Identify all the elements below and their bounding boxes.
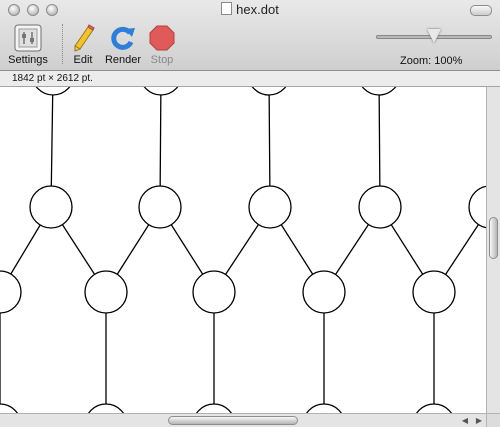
graph-node	[251, 87, 287, 96]
graph-diagram	[0, 87, 486, 413]
settings-label: Settings	[8, 54, 48, 66]
graph-node	[361, 87, 397, 96]
graph-node	[192, 270, 236, 314]
graph-node	[138, 185, 182, 229]
window-title-text: hex.dot	[236, 2, 279, 17]
pencil-icon	[74, 24, 95, 52]
vertical-scrollbar[interactable]	[486, 87, 500, 413]
edit-label: Edit	[73, 54, 93, 66]
scroll-arrows[interactable]: ◀ ▶	[458, 414, 486, 427]
graph-canvas[interactable]	[0, 87, 486, 413]
stop-icon	[149, 25, 175, 51]
zoom-label: Zoom: 100%	[400, 55, 463, 67]
horizontal-scroll-thumb[interactable]	[168, 416, 298, 425]
stop-button[interactable]: Stop	[146, 24, 178, 66]
toolbar: hex.dot Settings Edit Render Stop Zoom: …	[0, 0, 500, 71]
render-label: Render	[104, 54, 142, 66]
window-title: hex.dot	[0, 2, 500, 17]
graph-node	[0, 270, 22, 314]
edit-button[interactable]: Edit	[68, 24, 98, 66]
graph-node	[143, 87, 179, 96]
graph-node	[35, 87, 71, 96]
document-size-text: 1842 pt × 2612 pt.	[12, 73, 93, 84]
scroll-left-arrow-icon[interactable]: ◀	[462, 416, 468, 425]
graph-node	[87, 403, 125, 413]
stop-label: Stop	[150, 54, 174, 66]
scroll-right-arrow-icon[interactable]: ▶	[476, 416, 482, 425]
graph-node	[305, 403, 343, 413]
settings-icon	[14, 24, 42, 52]
graph-node	[0, 403, 19, 413]
status-bar: 1842 pt × 2612 pt.	[0, 71, 500, 87]
graph-node	[412, 270, 456, 314]
render-button[interactable]: Render	[104, 24, 142, 66]
zoom-slider-thumb[interactable]	[427, 29, 441, 43]
graph-node	[358, 185, 402, 229]
refresh-icon	[111, 26, 135, 50]
graph-node	[468, 185, 486, 229]
toolbar-toggle-button[interactable]	[470, 5, 492, 16]
graph-node	[84, 270, 128, 314]
graph-node	[302, 270, 346, 314]
settings-button[interactable]: Settings	[6, 24, 50, 66]
resize-corner[interactable]	[486, 413, 500, 427]
graph-node	[195, 403, 233, 413]
graph-node	[248, 185, 292, 229]
toolbar-separator	[62, 24, 63, 64]
vertical-scroll-thumb[interactable]	[489, 217, 498, 259]
document-icon[interactable]	[221, 2, 233, 15]
graph-node	[29, 185, 73, 229]
graph-node	[415, 403, 453, 413]
horizontal-scrollbar[interactable]: ◀ ▶	[0, 413, 486, 427]
graphviz-window: hex.dot Settings Edit Render Stop Zoom: …	[0, 0, 500, 427]
